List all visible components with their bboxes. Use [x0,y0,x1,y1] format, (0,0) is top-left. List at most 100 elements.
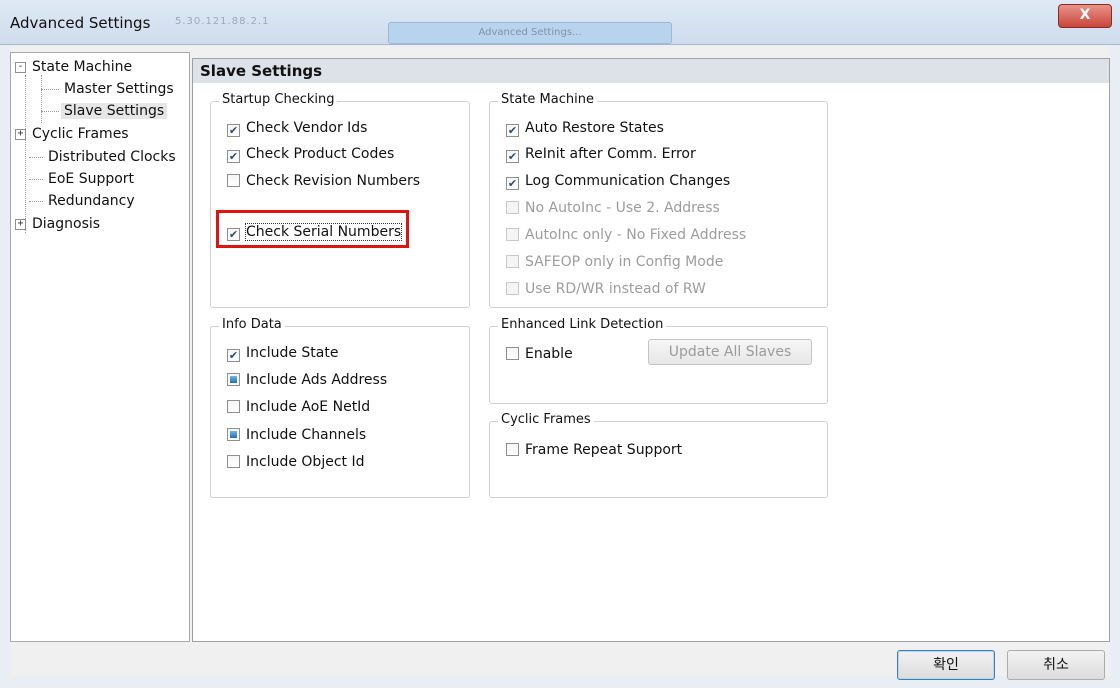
checkbox-disabled-icon [506,255,519,268]
info-data-group: Info Data ✔ Include State Include Ads Add… [210,317,470,498]
tree-item-cyclic-frames[interactable]: + Cyclic Frames [15,124,132,144]
checkbox-label: No AutoInc - Use 2. Address [525,200,720,216]
checkbox-label: Check Revision Numbers [246,173,421,189]
group-title: Startup Checking [219,92,338,107]
checkbox-checked-icon[interactable]: ✔ [227,349,240,362]
title-bar: Advanced Settings 5.30.121.88.2.1 Advanc… [0,0,1120,45]
group-title: State Machine [498,92,597,107]
auto-restore-states-checkbox[interactable]: ✔ Auto Restore States [506,118,664,138]
checkbox-label: Include Channels [246,427,367,443]
window-title-faint: 5.30.121.88.2.1 [175,16,270,27]
settings-tree[interactable]: - State Machine Master Settings Slave Set… [10,52,190,642]
checkbox-label: AutoInc only - No Fixed Address [525,227,747,243]
tree-item-distributed-clocks[interactable]: Distributed Clocks [45,147,179,167]
tree-connector [41,111,59,112]
taskbar-tab-faint: Advanced Settings... [388,22,672,44]
no-autoinc-checkbox: No AutoInc - Use 2. Address [506,198,720,218]
checkbox-checked-icon[interactable]: ✔ [506,150,519,163]
checkbox-label: SAFEOP only in Config Mode [525,254,724,270]
tree-connector [41,89,59,90]
checkbox-label: Include State [246,345,339,361]
ok-button[interactable]: 확인 [897,650,995,680]
group-title: Enhanced Link Detection [498,317,667,332]
autoinc-only-checkbox: AutoInc only - No Fixed Address [506,225,746,245]
panel-title: Slave Settings [193,59,1109,83]
tree-item-label: Slave Settings [61,103,168,119]
checkbox-indeterminate-icon[interactable] [227,428,240,441]
tree-connector [29,157,43,158]
checkbox-label: Check Product Codes [246,146,395,162]
settings-panel: Slave Settings Startup Checking ✔ Check V… [192,58,1110,642]
update-all-slaves-button: Update All Slaves [648,339,812,365]
expand-icon[interactable]: + [15,218,26,230]
window-title: Advanced Settings [10,14,151,32]
check-vendor-ids-checkbox[interactable]: ✔ Check Vendor Ids [227,118,367,138]
tree-connector [29,201,43,202]
checkbox-indeterminate-icon[interactable] [227,373,240,386]
frame-repeat-support-checkbox[interactable]: Frame Repeat Support [506,440,682,460]
checkbox-checked-icon[interactable]: ✔ [227,124,240,137]
include-object-id-checkbox[interactable]: Include Object Id [227,452,364,472]
checkbox-label: Include AoE NetId [246,399,371,415]
checkbox-disabled-icon [506,201,519,214]
tree-connector [29,179,43,180]
tree-item-master-settings[interactable]: Master Settings [61,79,177,99]
enable-link-detection-checkbox[interactable]: Enable [506,344,573,364]
tree-item-label: Redundancy [48,193,135,209]
checkbox-label: Frame Repeat Support [525,442,683,458]
checkbox-label: Auto Restore States [525,120,664,136]
close-icon: X [1079,7,1091,23]
checkbox-label: Include Object Id [246,454,365,470]
tree-item-redundancy[interactable]: Redundancy [45,191,138,211]
tree-item-eoe-support[interactable]: EoE Support [45,169,137,189]
tree-item-label: Master Settings [64,81,174,97]
checkbox-label: Use RD/WR instead of RW [525,281,706,297]
group-title: Cyclic Frames [498,412,594,427]
checkbox-checked-icon[interactable]: ✔ [227,150,240,163]
include-aoe-netid-checkbox[interactable]: Include AoE NetId [227,397,370,417]
include-channels-checkbox[interactable]: Include Channels [227,425,366,445]
highlight-box [216,210,409,248]
include-state-checkbox[interactable]: ✔ Include State [227,343,338,363]
checkbox-label: Include Ads Address [246,372,388,388]
reinit-after-comm-error-checkbox[interactable]: ✔ ReInit after Comm. Error [506,144,696,164]
checkbox-unchecked-icon[interactable] [506,347,519,360]
checkbox-checked-icon[interactable]: ✔ [506,124,519,137]
include-ads-address-checkbox[interactable]: Include Ads Address [227,370,387,390]
collapse-icon[interactable]: - [15,61,26,73]
checkbox-label: Check Vendor Ids [246,120,368,136]
checkbox-label: Log Communication Changes [525,173,731,189]
tree-item-state-machine[interactable]: - State Machine [15,57,135,77]
enhanced-link-detection-group: Enhanced Link Detection Enable Update Al… [489,317,828,404]
checkbox-unchecked-icon[interactable] [506,443,519,456]
tree-connector [25,75,26,233]
expand-icon[interactable]: + [15,128,26,140]
state-machine-group: State Machine ✔ Auto Restore States ✔ ReIn… [489,92,828,308]
group-title: Info Data [219,317,285,332]
checkbox-unchecked-icon[interactable] [227,174,240,187]
tree-connector [41,75,42,123]
cancel-button[interactable]: 취소 [1007,650,1105,680]
checkbox-checked-icon[interactable]: ✔ [506,177,519,190]
check-product-codes-checkbox[interactable]: ✔ Check Product Codes [227,144,394,164]
checkbox-label: Enable [525,346,573,362]
tree-item-label: EoE Support [48,171,135,187]
tree-item-diagnosis[interactable]: + Diagnosis [15,214,103,234]
tree-item-label: Diagnosis [32,216,101,232]
checkbox-disabled-icon [506,228,519,241]
checkbox-unchecked-icon[interactable] [227,455,240,468]
checkbox-label: ReInit after Comm. Error [525,146,696,162]
log-communication-changes-checkbox[interactable]: ✔ Log Communication Changes [506,171,730,191]
check-revision-numbers-checkbox[interactable]: Check Revision Numbers [227,171,420,191]
tree-item-slave-settings[interactable]: Slave Settings [61,101,168,121]
tree-item-label: State Machine [32,59,133,75]
use-rdwr-checkbox: Use RD/WR instead of RW [506,279,706,299]
startup-checking-group: Startup Checking ✔ Check Vendor Ids ✔ Chec… [210,92,470,308]
safeop-only-checkbox: SAFEOP only in Config Mode [506,252,723,272]
cyclic-frames-group: Cyclic Frames Frame Repeat Support [489,412,828,498]
tree-item-label: Cyclic Frames [32,126,129,142]
checkbox-unchecked-icon[interactable] [227,400,240,413]
checkbox-disabled-icon [506,282,519,295]
tree-item-label: Distributed Clocks [48,149,176,165]
close-button[interactable]: X [1058,4,1112,28]
